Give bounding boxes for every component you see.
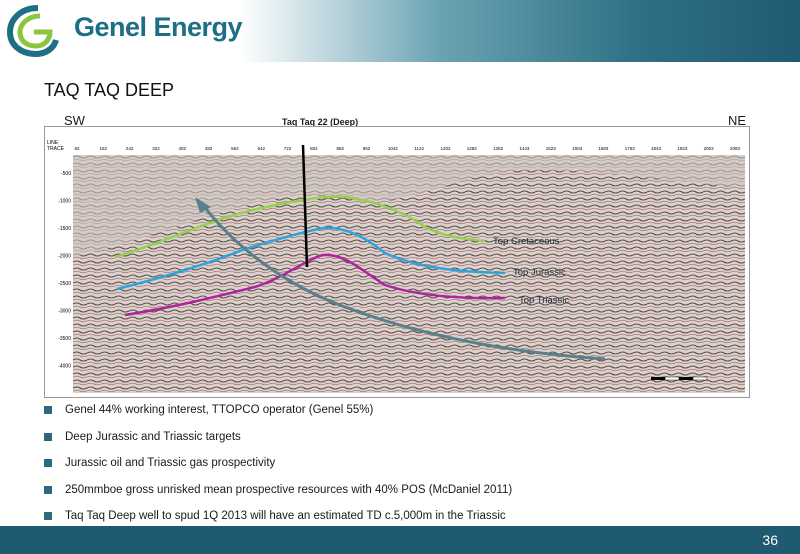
bullet-text: Jurassic oil and Triassic gas prospectiv…: [65, 457, 276, 469]
trace-label: 882: [336, 146, 344, 151]
bullet-item: 250mmboe gross unrisked mean prospective…: [44, 482, 764, 509]
trace-label: 242: [126, 146, 134, 151]
depth-tick-label: -2500: [58, 281, 71, 287]
bullet-text: 250mmboe gross unrisked mean prospective…: [65, 483, 513, 496]
trace-label: 802: [310, 146, 318, 151]
trace-label: 1042: [388, 146, 399, 151]
depth-tick-label: -4000: [58, 364, 71, 370]
depth-tick-label: -2000: [58, 254, 71, 260]
trace-label: 1122: [414, 146, 424, 151]
seismic-section: LINE TRACE 82 162 242 322 402 482 562 642 722 802…: [44, 126, 750, 398]
bullet-square-icon: [44, 459, 52, 467]
brand-name: Genel Energy: [74, 12, 243, 42]
bullet-item: Jurassic oil and Triassic gas prospectiv…: [44, 455, 764, 482]
trace-label: 1603: [572, 146, 583, 151]
trace-label: 162: [100, 146, 108, 151]
trace-label: 722: [284, 146, 292, 151]
bullet-item: Genel 44% working interest, TTOPCO opera…: [44, 402, 764, 429]
bullet-square-icon: [44, 432, 52, 441]
bullet-square-icon: [44, 512, 52, 520]
label-top-cretaceous: Top Cretaceous: [493, 236, 560, 247]
trace-label: 1443: [519, 146, 530, 151]
bullet-list: Genel 44% working interest, TTOPCO opera…: [44, 402, 764, 535]
bullet-item: Deep Jurassic and Triassic targets: [44, 429, 764, 456]
trace-label: 1523: [546, 146, 557, 151]
footer-bar: 36: [0, 526, 800, 554]
trace-label: 482: [205, 146, 213, 151]
label-top-triassic: Top Triassic: [519, 295, 569, 306]
row-label-trace: TRACE: [47, 146, 65, 152]
depth-tick-label: -3000: [58, 309, 71, 315]
bullet-text: Taq Taq Deep well to spud 1Q 2013 will h…: [65, 510, 506, 522]
trace-label: 562: [231, 146, 239, 151]
trace-label: 642: [257, 146, 265, 151]
trace-label: 962: [363, 146, 371, 151]
trace-label: 1683: [598, 146, 609, 151]
depth-tick-label: -3500: [58, 336, 71, 342]
bullet-square-icon: [44, 485, 52, 494]
bullet-text: Genel 44% working interest, TTOPCO opera…: [65, 404, 374, 416]
bullet-text: Deep Jurassic and Triassic targets: [65, 430, 241, 443]
trace-label: 2003: [704, 146, 715, 151]
trace-label: 1763: [625, 146, 636, 151]
page-number: 36: [762, 532, 778, 548]
trace-label: 1282: [467, 146, 478, 151]
trace-label: 402: [179, 146, 187, 151]
label-top-jurassic: Top Jurassic: [513, 267, 566, 278]
trace-label: 1202: [440, 146, 451, 151]
trace-label: 322: [152, 146, 160, 151]
scale-bar: [651, 376, 708, 381]
trace-label: 82: [74, 146, 80, 151]
depth-tick-label: -500: [61, 171, 71, 177]
depth-tick-label: -1000: [58, 199, 71, 205]
slide-title: TAQ TAQ DEEP: [44, 80, 175, 100]
depth-tick-label: -1500: [58, 226, 71, 232]
bullet-square-icon: [44, 406, 52, 414]
trace-label: 1362: [493, 146, 504, 151]
trace-label: 2083: [730, 146, 741, 151]
genel-logo-icon: [6, 5, 59, 58]
header-bar: Genel Energy: [0, 0, 800, 62]
trace-label: 1923: [677, 146, 688, 151]
trace-label: 1843: [651, 146, 662, 151]
company-logo: Genel Energy: [4, 2, 264, 58]
